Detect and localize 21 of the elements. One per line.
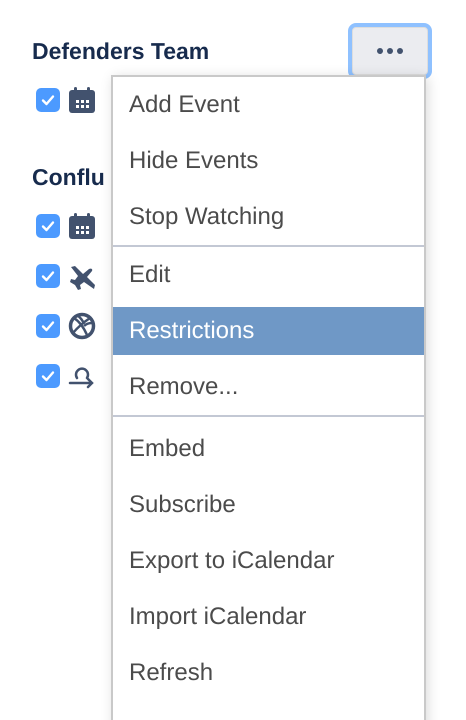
menu-item[interactable]: Edit: [113, 247, 424, 303]
menu-item[interactable]: Import iCalendar: [113, 589, 424, 645]
calendar-group-title: Conflu: [32, 164, 105, 190]
checkbox[interactable]: [36, 264, 60, 288]
menu-item[interactable]: Subscribe: [113, 477, 424, 533]
checkbox[interactable]: [36, 88, 60, 112]
basketball-icon: [68, 312, 96, 340]
calendar-group-title: Defenders Team: [32, 38, 210, 64]
menu-item[interactable]: Refresh: [113, 645, 424, 701]
menu-item[interactable]: Export to iCalendar: [113, 533, 424, 589]
menu-item[interactable]: Hide Events: [113, 133, 424, 189]
calendar-icon: [68, 212, 96, 240]
calendar-icon: [68, 86, 96, 114]
checkbox[interactable]: [36, 314, 60, 338]
menu-item[interactable]: Add Event: [113, 77, 424, 133]
menu-item[interactable]: Remove...: [113, 359, 424, 415]
menu-item[interactable]: Embed: [113, 421, 424, 477]
more-icon: [376, 47, 404, 55]
checkbox[interactable]: [36, 364, 60, 388]
menu-item[interactable]: Stop Watching: [113, 189, 424, 245]
checkbox[interactable]: [36, 214, 60, 238]
